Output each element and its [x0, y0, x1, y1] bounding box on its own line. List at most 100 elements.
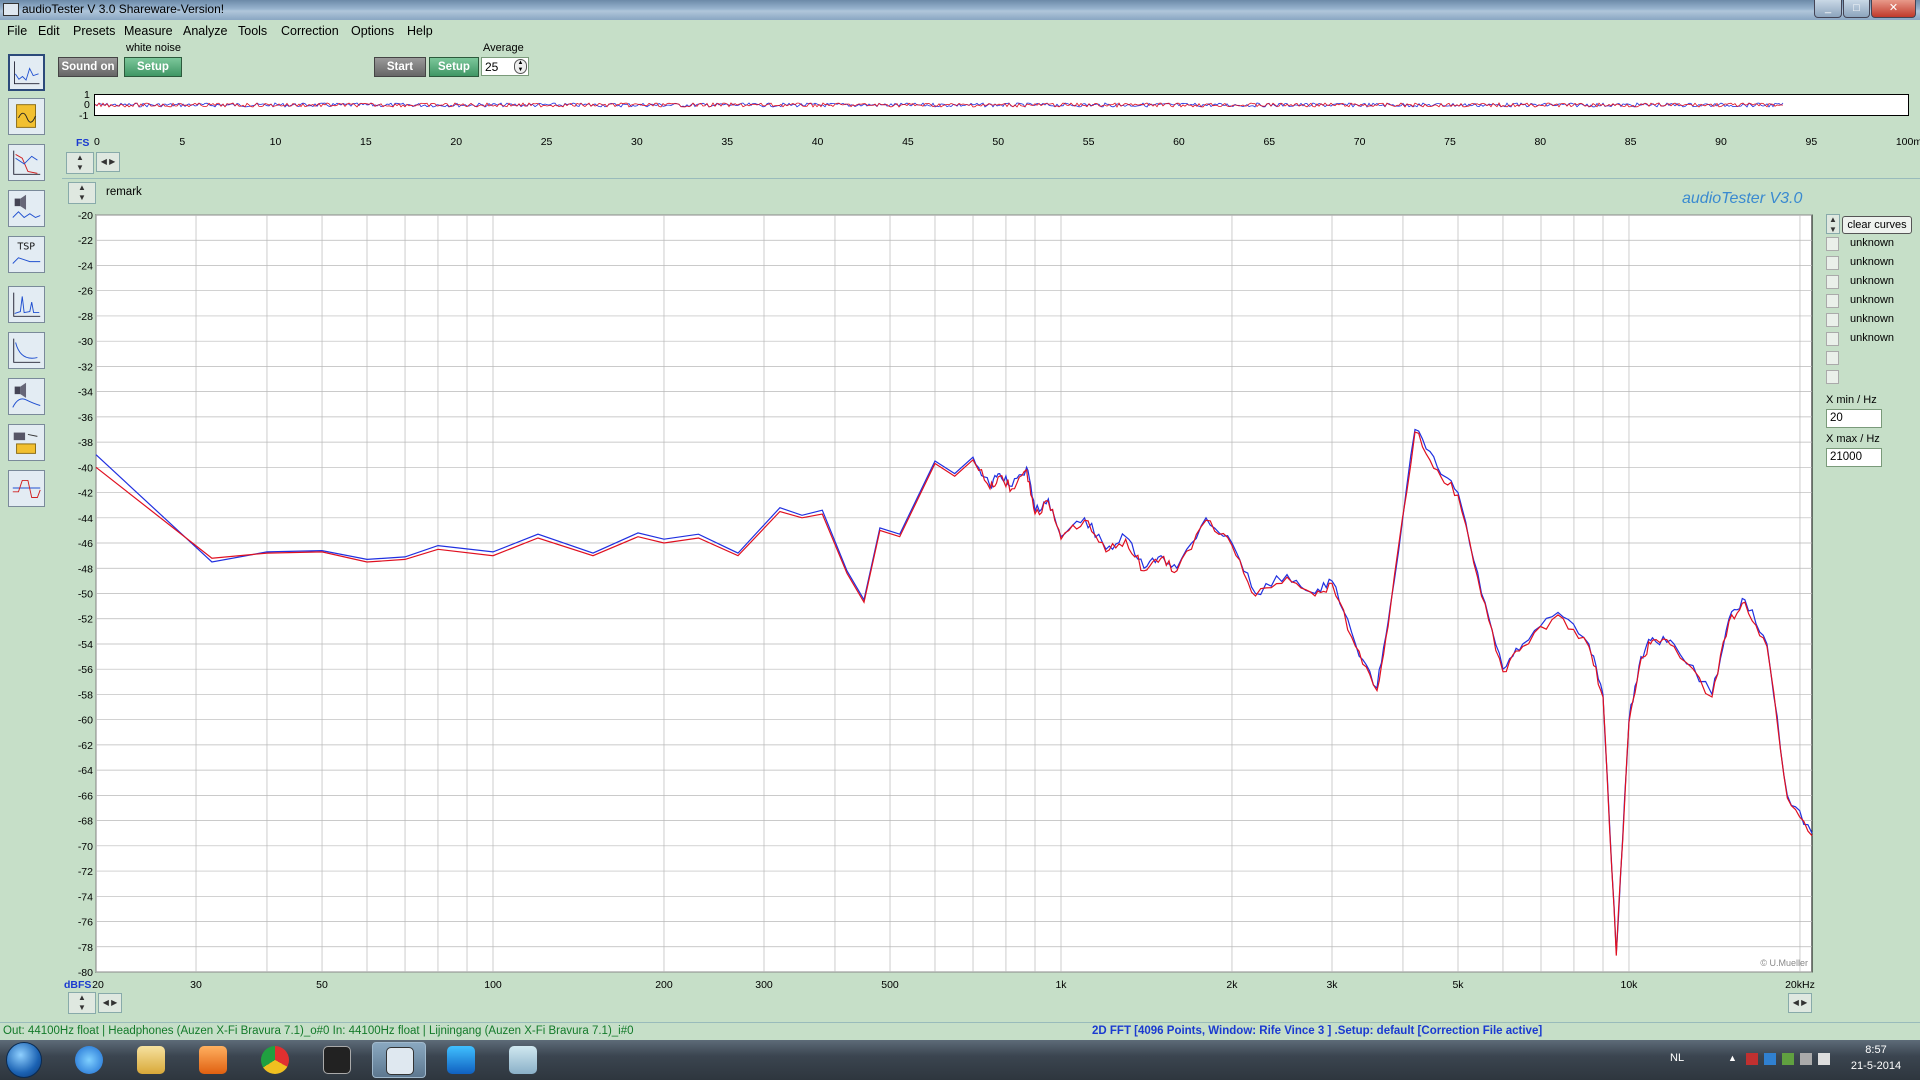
time-x-tick: 35: [721, 136, 734, 148]
media-player-taskbar-icon[interactable]: [186, 1042, 240, 1078]
curve-item[interactable]: [1826, 369, 1918, 385]
main-scroll-left[interactable]: ◀ ▶: [98, 993, 122, 1013]
minimize-button[interactable]: _: [1814, 0, 1842, 18]
measure-setup-button[interactable]: Setup: [429, 57, 479, 77]
curve-checkbox[interactable]: [1826, 237, 1839, 251]
fft-view-icon[interactable]: [8, 54, 45, 91]
speaker-measure-icon[interactable]: [8, 190, 45, 227]
curve-label: unknown: [1850, 332, 1895, 344]
curve-item[interactable]: unknown: [1826, 312, 1918, 328]
generator-setup-button[interactable]: Setup: [124, 57, 182, 77]
speaker-response-icon[interactable]: [8, 378, 45, 415]
y-tick-label: -66: [78, 790, 93, 802]
language-indicator[interactable]: NL: [1670, 1052, 1684, 1064]
action-center-icon[interactable]: [1746, 1053, 1758, 1065]
audiotester-taskbar-icon[interactable]: [372, 1042, 426, 1078]
y-tick-label: -74: [78, 891, 93, 903]
curve-item[interactable]: unknown: [1826, 255, 1918, 271]
y-tick-label: -72: [78, 866, 93, 878]
start-button[interactable]: [6, 1042, 42, 1078]
xmin-label: X min / Hz: [1826, 394, 1877, 406]
clock-date[interactable]: 21-5-2014: [1846, 1060, 1906, 1072]
bluetooth-icon[interactable]: [1764, 1053, 1776, 1065]
y-tick-label: -78: [78, 942, 93, 954]
curve-item[interactable]: unknown: [1826, 293, 1918, 309]
menu-analyze[interactable]: Analyze: [183, 24, 227, 38]
frequency-response-icon[interactable]: [8, 144, 45, 181]
curve-checkbox[interactable]: [1826, 351, 1839, 365]
blue-app-taskbar-icon[interactable]: [434, 1042, 488, 1078]
svg-text:TSP: TSP: [17, 241, 36, 252]
maximize-button[interactable]: □: [1843, 0, 1870, 18]
menu-tools[interactable]: Tools: [238, 24, 267, 38]
sound-on-button[interactable]: Sound on: [58, 57, 118, 77]
x-tick-label: 20: [92, 979, 104, 991]
clock-time[interactable]: 8:57: [1846, 1044, 1906, 1056]
generator-icon[interactable]: [8, 98, 45, 135]
curve-checkbox[interactable]: [1826, 256, 1839, 270]
curve-item[interactable]: unknown: [1826, 236, 1918, 252]
time-domain-plot[interactable]: [94, 94, 1909, 116]
menu-edit[interactable]: Edit: [38, 24, 60, 38]
time-scroll-spinner[interactable]: ◀ ▶: [96, 152, 120, 172]
curve-label: unknown: [1850, 275, 1895, 287]
app-x-taskbar-icon[interactable]: [310, 1042, 364, 1078]
update-icon[interactable]: [1782, 1053, 1794, 1065]
curve-checkbox[interactable]: [1826, 370, 1839, 384]
x-tick-label: 3k: [1326, 979, 1338, 991]
volume-icon[interactable]: [1818, 1053, 1830, 1065]
status-bar: Out: 44100Hz float | Headphones (Auzen X…: [0, 1022, 1920, 1040]
notes-taskbar-icon[interactable]: [496, 1042, 550, 1078]
waveform-icon[interactable]: [8, 470, 45, 507]
time-x-tick: 100ms: [1895, 136, 1920, 148]
main-scroll-right[interactable]: ◀ ▶: [1788, 993, 1812, 1013]
curve-item[interactable]: [1826, 350, 1918, 366]
menu-file[interactable]: File: [7, 24, 27, 38]
menu-help[interactable]: Help: [407, 24, 433, 38]
curve-item[interactable]: unknown: [1826, 274, 1918, 290]
clear-curves-button[interactable]: clear curves: [1842, 216, 1912, 234]
time-x-tick: 45: [902, 136, 914, 148]
average-spinner[interactable]: ▲ ▼: [514, 59, 527, 74]
separator: [62, 178, 1920, 179]
curve-list-spinner[interactable]: ▲ ▼: [1826, 214, 1840, 234]
curve-item[interactable]: unknown: [1826, 331, 1918, 347]
curve-checkbox[interactable]: [1826, 294, 1839, 308]
start-button[interactable]: Start: [374, 57, 426, 77]
curve-label: unknown: [1850, 294, 1895, 306]
average-input[interactable]: 25 ▲ ▼: [481, 57, 529, 76]
frequency-response-chart[interactable]: -20 -22 -24 -26 -28 -30 -32 -34 -36 -38 -40 -42 -44 -…: [62, 180, 1822, 1022]
xmax-input[interactable]: 21000: [1826, 448, 1882, 467]
curve-checkbox[interactable]: [1826, 275, 1839, 289]
curve-checkbox[interactable]: [1826, 313, 1839, 327]
menu-options[interactable]: Options: [351, 24, 394, 38]
y-tick-label: -34: [78, 387, 93, 399]
filter-curve-icon[interactable]: [8, 332, 45, 369]
time-y-zoom-spinner[interactable]: ▲ ▼: [66, 152, 94, 174]
y-tick-label: -42: [78, 488, 93, 500]
tsp-icon[interactable]: TSP: [8, 236, 45, 273]
chrome-taskbar-icon[interactable]: [248, 1042, 302, 1078]
close-button[interactable]: ✕: [1871, 0, 1916, 18]
calibration-icon[interactable]: [8, 424, 45, 461]
x-tick-label: 20kHz: [1785, 979, 1815, 991]
show-hidden-icon[interactable]: ▲: [1728, 1053, 1740, 1065]
menu-measure[interactable]: Measure: [124, 24, 173, 38]
xmin-input[interactable]: 20: [1826, 409, 1882, 428]
x-tick-label: 5k: [1452, 979, 1464, 991]
spectrum-icon[interactable]: [8, 286, 45, 323]
menu-correction[interactable]: Correction: [281, 24, 339, 38]
taskbar: NL ▲ 8:57 21-5-2014: [0, 1040, 1920, 1080]
explorer-taskbar-icon[interactable]: [124, 1042, 178, 1078]
main-x-zoom-spinner[interactable]: ▲ ▼: [68, 992, 96, 1014]
generator-label: white noise: [126, 42, 182, 54]
time-x-tick: 0: [94, 136, 100, 148]
menu-presets[interactable]: Presets: [73, 24, 115, 38]
time-x-tick: 95: [1805, 136, 1818, 148]
curve-checkbox[interactable]: [1826, 332, 1839, 346]
time-x-tick: 80: [1534, 136, 1547, 148]
ie-taskbar-icon[interactable]: [62, 1042, 116, 1078]
y-tick-label: -20: [78, 210, 93, 222]
network-icon[interactable]: [1800, 1053, 1812, 1065]
y-tick-label: -58: [78, 689, 93, 701]
